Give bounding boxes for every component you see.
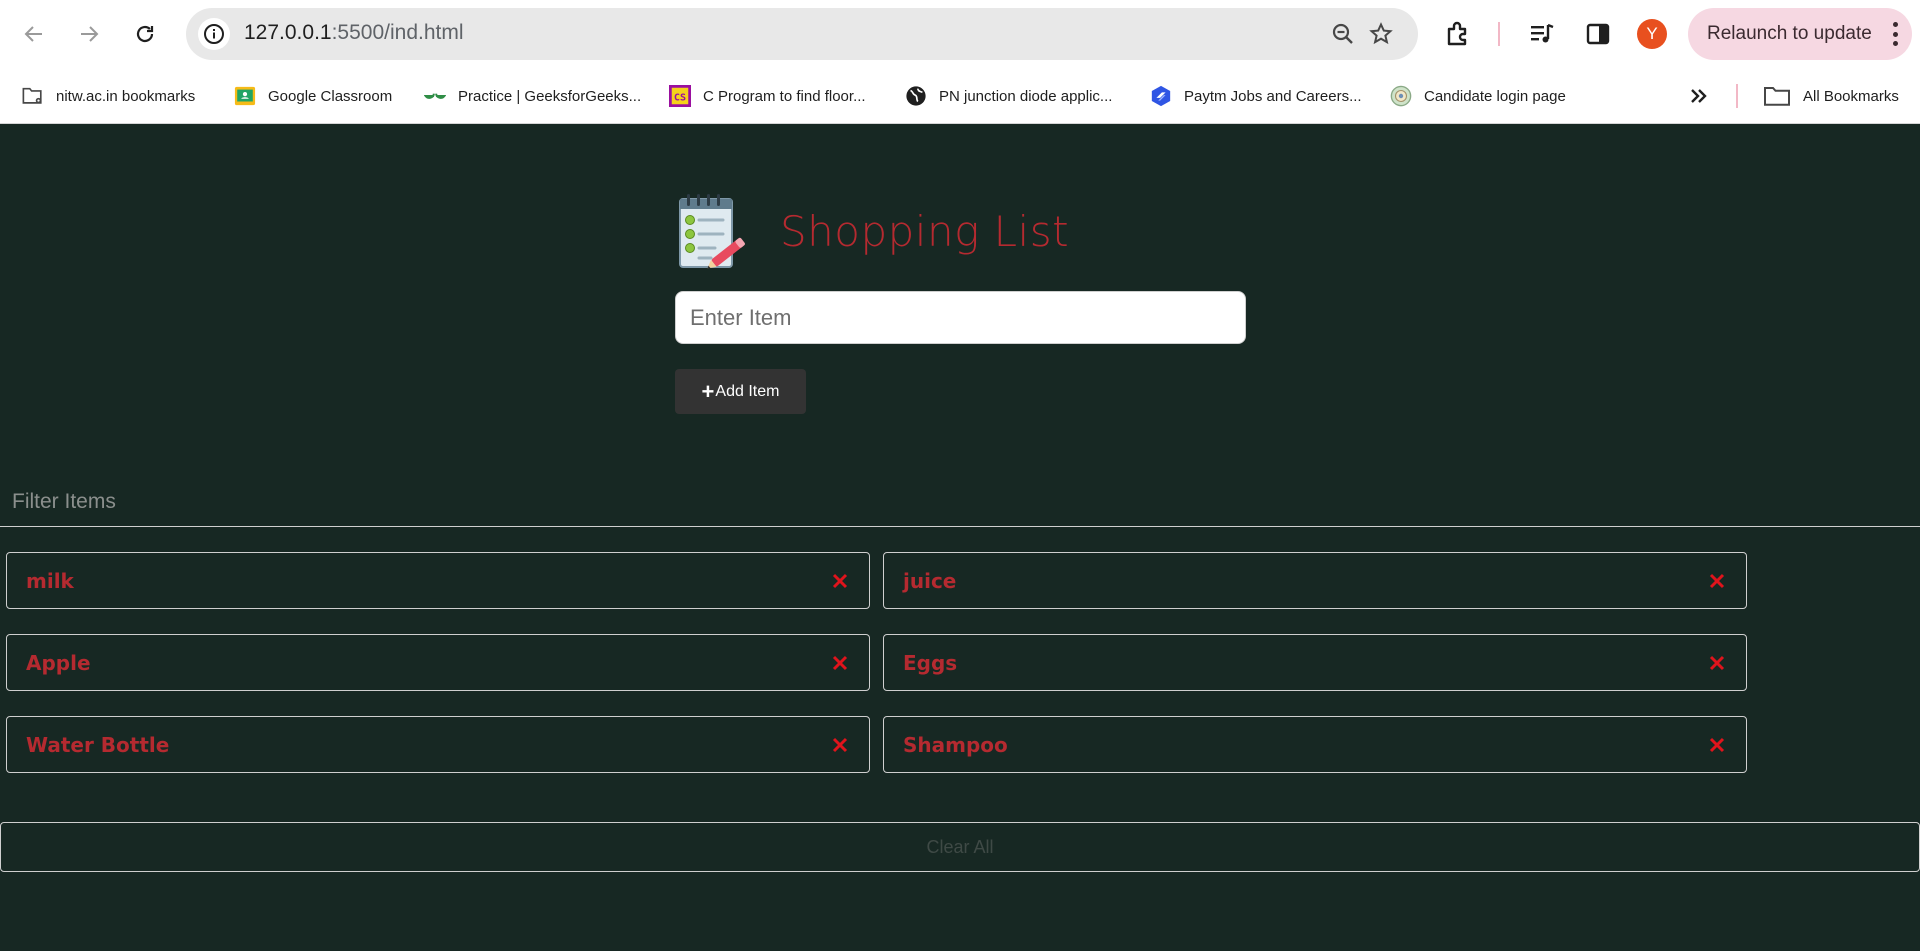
- paytm-jobs-icon: [1150, 85, 1172, 107]
- notepad-checklist-icon: [679, 194, 745, 269]
- list-item: Apple: [6, 634, 870, 691]
- extensions-icon[interactable]: [1440, 16, 1476, 52]
- geeksforgeeks-icon: [424, 85, 446, 107]
- bookmark-geeksforgeeks[interactable]: Practice | GeeksforGeeks...: [424, 80, 641, 112]
- all-bookmarks-folder[interactable]: All Bookmarks: [1763, 80, 1899, 112]
- bookmark-label: Candidate login page: [1424, 87, 1566, 105]
- bookmark-candidate-login[interactable]: Candidate login page: [1390, 80, 1566, 112]
- bookmarks-bar: nitw.ac.in bookmarks Google Classroom Pr…: [0, 68, 1920, 124]
- shopping-list-page: Shopping List +Add Item milk juice Apple…: [0, 125, 1920, 951]
- url-host: 127.0.0.1: [244, 21, 332, 44]
- bookmark-c-program[interactable]: CS C Program to find floor...: [669, 80, 866, 112]
- bookmark-label: Google Classroom: [268, 87, 393, 105]
- back-button[interactable]: [14, 14, 54, 54]
- folder-icon: [1763, 85, 1791, 107]
- remove-item-icon[interactable]: [829, 570, 851, 592]
- zoom-icon[interactable]: [1329, 20, 1357, 48]
- address-bar[interactable]: 127.0.0.1:5500/ind.html: [186, 8, 1418, 60]
- app-header: Shopping List: [675, 191, 1069, 271]
- item-text: Shampoo: [903, 732, 1008, 757]
- add-item-button[interactable]: + Add Item: [675, 369, 806, 414]
- remove-item-icon[interactable]: [1706, 570, 1728, 592]
- seal-icon: [1390, 85, 1412, 107]
- relaunch-label: Relaunch to update: [1707, 23, 1872, 44]
- globe-icon: [905, 85, 927, 107]
- bookmark-label: PN junction diode applic...: [939, 87, 1113, 105]
- item-input[interactable]: [675, 291, 1246, 344]
- bookmark-google-classroom[interactable]: Google Classroom: [234, 80, 392, 112]
- clear-all-button[interactable]: Clear All: [0, 822, 1920, 872]
- item-text: juice: [903, 568, 957, 593]
- bookmark-label: nitw.ac.in bookmarks: [56, 87, 196, 105]
- list-item: milk: [6, 552, 870, 609]
- media-control-icon[interactable]: [1524, 16, 1560, 52]
- remove-item-icon[interactable]: [1706, 734, 1728, 756]
- item-text: Apple: [26, 650, 91, 675]
- svg-text:CS: CS: [674, 93, 686, 104]
- remove-item-icon[interactable]: [829, 652, 851, 674]
- more-menu-icon[interactable]: [1892, 22, 1898, 46]
- bookmark-label: Practice | GeeksforGeeks...: [458, 87, 642, 105]
- back-arrow-icon: [24, 26, 42, 42]
- bookmarks-separator: [1736, 84, 1738, 108]
- toolbar-separator: [1498, 22, 1500, 46]
- add-item-label: Add Item: [715, 382, 780, 400]
- browser-toolbar: 127.0.0.1:5500/ind.html Y Relaunch to up…: [0, 0, 1920, 68]
- reload-button[interactable]: [125, 14, 165, 54]
- bookmark-label: Paytm Jobs and Careers...: [1184, 87, 1362, 105]
- relaunch-button[interactable]: Relaunch to update: [1688, 8, 1912, 60]
- page-title: Shopping List: [780, 206, 1070, 256]
- list-item: Water Bottle: [6, 716, 870, 773]
- forward-arrow-icon: [81, 26, 99, 42]
- url-text[interactable]: 127.0.0.1:5500/ind.html: [244, 21, 464, 45]
- item-text: Eggs: [903, 650, 958, 675]
- item-list: milk juice Apple Eggs Water Bottle Shamp…: [6, 552, 1748, 773]
- folder-gear-icon: [22, 85, 44, 107]
- list-item: juice: [883, 552, 1747, 609]
- remove-item-icon[interactable]: [829, 734, 851, 756]
- bookmark-nitw-folder[interactable]: nitw.ac.in bookmarks: [22, 80, 195, 112]
- bookmark-star-icon[interactable]: [1367, 20, 1395, 48]
- profile-avatar[interactable]: Y: [1637, 19, 1667, 49]
- double-chevron-right-icon: [1691, 89, 1707, 103]
- url-path: :5500/ind.html: [331, 21, 464, 44]
- list-item: Eggs: [883, 634, 1747, 691]
- more-bookmarks-button[interactable]: [1688, 80, 1710, 112]
- forward-button[interactable]: [69, 14, 109, 54]
- list-item: Shampoo: [883, 716, 1747, 773]
- bookmark-pn-junction[interactable]: PN junction diode applic...: [905, 80, 1112, 112]
- all-bookmarks-label: All Bookmarks: [1803, 87, 1899, 105]
- side-panel-icon[interactable]: [1580, 16, 1616, 52]
- codescracker-icon: CS: [669, 85, 691, 107]
- bookmark-label: C Program to find floor...: [703, 87, 866, 105]
- plus-icon: +: [701, 378, 715, 404]
- reload-icon: [136, 25, 154, 43]
- item-text: Water Bottle: [26, 732, 170, 757]
- bookmark-paytm-jobs[interactable]: Paytm Jobs and Careers...: [1150, 80, 1362, 112]
- site-info-icon[interactable]: [198, 18, 230, 50]
- item-text: milk: [26, 568, 74, 593]
- filter-input[interactable]: [0, 477, 1920, 527]
- google-classroom-icon: [234, 85, 256, 107]
- remove-item-icon[interactable]: [1706, 652, 1728, 674]
